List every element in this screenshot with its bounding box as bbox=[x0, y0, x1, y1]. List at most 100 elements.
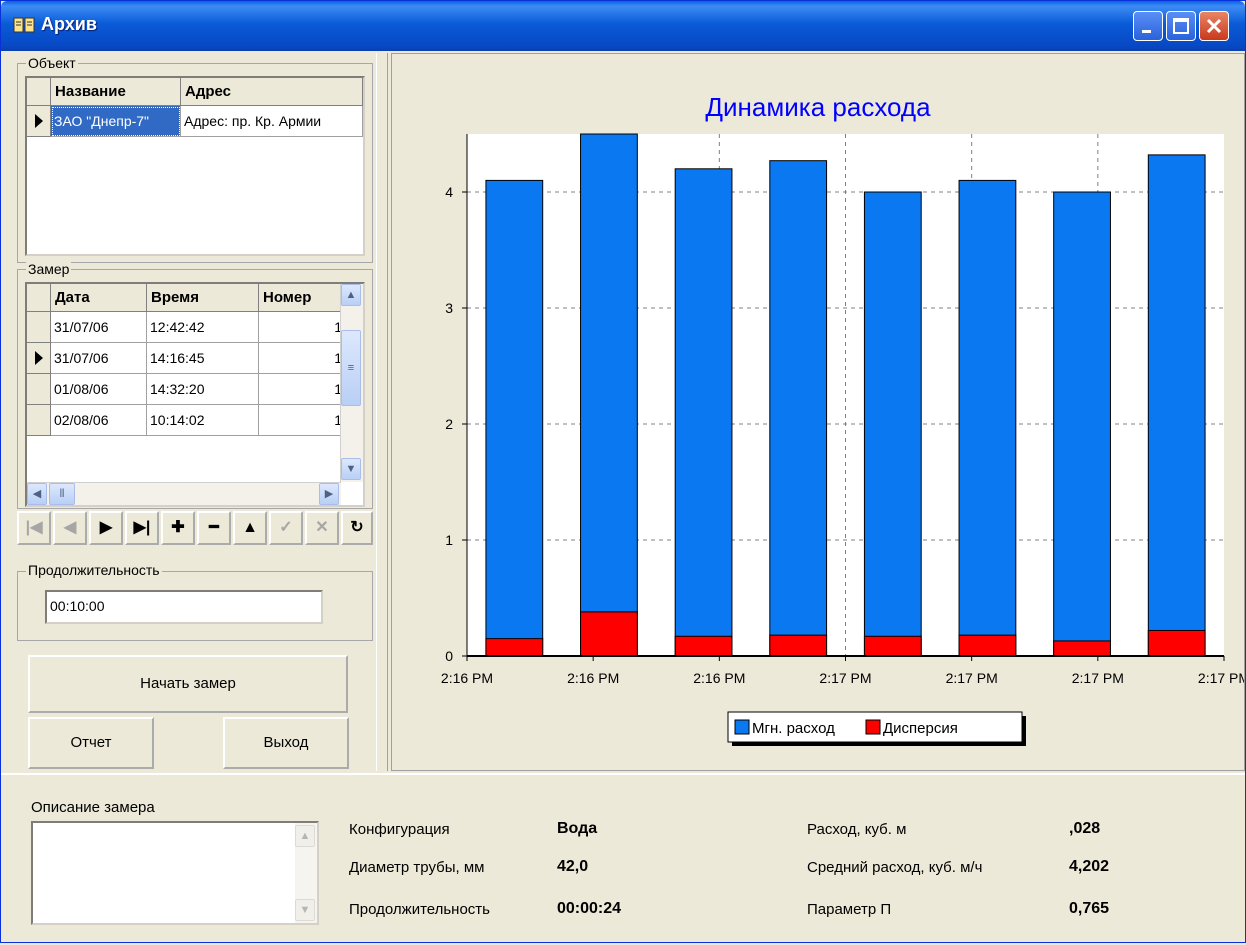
panel-splitter[interactable] bbox=[376, 53, 388, 771]
zamer-grid[interactable]: Дата Время Номер 31/07/06 12:42:42 1 31/… bbox=[25, 282, 365, 507]
close-button[interactable] bbox=[1199, 11, 1229, 41]
nav-last-button[interactable]: ▶| bbox=[125, 511, 159, 545]
time-cell[interactable]: 14:16:45 bbox=[147, 343, 259, 374]
col-header-address[interactable]: Адрес bbox=[181, 78, 363, 106]
duration-value: 00:00:24 bbox=[557, 900, 622, 917]
flow-chart: Динамика расхода 0 1 2 3 4 2:16 PM 2:16 PM 2:16… bbox=[441, 92, 1246, 746]
grip-icon: ⦀ bbox=[59, 488, 65, 500]
date-cell[interactable]: 01/08/06 bbox=[51, 374, 147, 405]
nav-prior-button[interactable]: ◀ bbox=[53, 511, 87, 545]
hscroll-thumb[interactable]: ⦀ bbox=[49, 483, 75, 505]
object-address-cell[interactable]: Адрес: пр. Кр. Армии bbox=[181, 106, 363, 137]
report-button[interactable]: Отчет bbox=[28, 717, 154, 769]
grip-icon: ≡ bbox=[347, 362, 355, 374]
maximize-button[interactable] bbox=[1166, 11, 1196, 41]
object-name-cell[interactable]: ЗАО "Днепр-7" bbox=[51, 106, 181, 137]
x-tick-label: 2:16 PM bbox=[693, 670, 745, 686]
dispersion-bar bbox=[958, 634, 1017, 657]
col-header-date[interactable]: Дата bbox=[51, 284, 147, 312]
number-cell[interactable]: 1 bbox=[259, 343, 341, 374]
window-title: Архив bbox=[41, 14, 97, 34]
config-value: Вода bbox=[557, 820, 598, 837]
y-tick-label: 3 bbox=[445, 300, 453, 316]
param-value: 0,765 bbox=[1069, 900, 1110, 917]
scroll-thumb[interactable]: ≡ bbox=[341, 330, 361, 406]
time-cell[interactable]: 14:32:20 bbox=[147, 374, 259, 405]
scroll-down-button[interactable]: ▼ bbox=[341, 458, 361, 480]
maximize-icon bbox=[1173, 18, 1189, 34]
memo-scrollbar[interactable]: ▲ ▼ bbox=[295, 823, 317, 923]
flow-bar bbox=[674, 168, 733, 657]
flow-bar bbox=[485, 179, 544, 657]
title-bar[interactable]: Архив bbox=[1, 1, 1245, 51]
chevron-down-icon: ▼ bbox=[299, 904, 311, 916]
date-cell[interactable]: 02/08/06 bbox=[51, 405, 147, 436]
dispersion-bar bbox=[485, 638, 544, 657]
object-groupbox: Объект Название Адрес ЗАО "Днепр-7" Адре… bbox=[17, 55, 373, 263]
diameter-value: 42,0 bbox=[557, 858, 589, 875]
nav-next-button[interactable]: ▶ bbox=[89, 511, 123, 545]
number-cell[interactable]: 1 bbox=[259, 312, 341, 343]
zamer-group-label: Замер bbox=[26, 261, 72, 277]
col-header-number[interactable]: Номер bbox=[259, 284, 341, 312]
x-tick-label: 2:16 PM bbox=[441, 670, 493, 686]
avg-flow-value: 4,202 bbox=[1069, 858, 1110, 875]
triangle-up-icon: ▲ bbox=[242, 519, 258, 536]
col-header-time[interactable]: Время bbox=[147, 284, 259, 312]
flow-bar bbox=[1053, 191, 1111, 657]
last-record-icon: ▶| bbox=[133, 519, 151, 536]
legend-swatch-dispersion bbox=[865, 719, 881, 735]
nav-delete-button[interactable]: ━ bbox=[197, 511, 231, 545]
refresh-icon: ↻ bbox=[350, 519, 364, 536]
scroll-left-button[interactable]: ◀ bbox=[27, 483, 47, 505]
nav-refresh-button[interactable]: ↻ bbox=[341, 511, 373, 545]
horizontal-scrollbar[interactable]: ◀ ⦀ ▶ bbox=[27, 482, 341, 505]
nav-insert-button[interactable]: ✚ bbox=[161, 511, 195, 545]
description-memo[interactable]: ▲ ▼ bbox=[31, 821, 319, 925]
flow-bar bbox=[958, 179, 1017, 657]
memo-scroll-up-button[interactable]: ▲ bbox=[295, 825, 315, 847]
vertical-scrollbar[interactable]: ▲ ≡ ▼ bbox=[340, 284, 363, 482]
minimize-button[interactable] bbox=[1133, 11, 1163, 41]
number-cell[interactable]: 1 bbox=[259, 405, 341, 436]
object-grid[interactable]: Название Адрес ЗАО "Днепр-7" Адрес: пр. … bbox=[25, 76, 365, 256]
time-cell[interactable]: 10:14:02 bbox=[147, 405, 259, 436]
x-tick-label: 2:17 PM bbox=[1198, 670, 1244, 686]
chevron-left-icon: ◀ bbox=[32, 488, 42, 500]
scroll-right-button[interactable]: ▶ bbox=[319, 483, 339, 505]
left-panel: Объект Название Адрес ЗАО "Днепр-7" Адре… bbox=[17, 53, 373, 771]
nav-first-button[interactable]: |◀ bbox=[17, 511, 51, 545]
nav-post-button[interactable]: ✓ bbox=[269, 511, 303, 545]
start-measure-button[interactable]: Начать замер bbox=[28, 655, 348, 713]
grid-corner bbox=[27, 284, 51, 312]
legend-label-dispersion: Дисперсия bbox=[883, 720, 958, 737]
number-cell[interactable]: 1 bbox=[259, 374, 341, 405]
row-indicator bbox=[27, 106, 51, 137]
checkmark-icon: ✓ bbox=[279, 519, 293, 536]
minimize-icon bbox=[1142, 30, 1151, 33]
date-cell[interactable]: 31/07/06 bbox=[51, 343, 147, 374]
dispersion-bar bbox=[863, 635, 922, 657]
chevron-right-icon: ▶ bbox=[324, 488, 334, 500]
duration-input[interactable]: 00:10:00 bbox=[45, 590, 323, 624]
memo-scroll-down-button[interactable]: ▼ bbox=[295, 899, 315, 921]
col-header-name[interactable]: Название bbox=[51, 78, 181, 106]
nav-cancel-button[interactable]: ✕ bbox=[305, 511, 339, 545]
duration-groupbox: Продолжительность 00:10:00 bbox=[17, 562, 373, 641]
dispersion-bar bbox=[674, 635, 733, 657]
chart-panel: Динамика расхода 0 1 2 3 4 2:16 PM 2:16 PM 2:16… bbox=[391, 53, 1246, 771]
avg-flow-label: Средний расход, куб. м/ч bbox=[807, 859, 983, 876]
nav-edit-button[interactable]: ▲ bbox=[233, 511, 267, 545]
flow-value: ,028 bbox=[1069, 820, 1101, 837]
scroll-up-button[interactable]: ▲ bbox=[341, 284, 361, 306]
time-cell[interactable]: 12:42:42 bbox=[147, 312, 259, 343]
row-indicator bbox=[27, 374, 51, 405]
date-cell[interactable]: 31/07/06 bbox=[51, 312, 147, 343]
row-indicator bbox=[27, 312, 51, 343]
flow-bar bbox=[863, 191, 922, 657]
chart-title: Динамика расхода bbox=[705, 92, 931, 122]
db-navigator: |◀ ◀ ▶ ▶| ✚ ━ ▲ ✓ ✕ ↻ bbox=[17, 511, 373, 547]
flow-bar bbox=[769, 160, 828, 657]
exit-button[interactable]: Выход bbox=[223, 717, 349, 769]
flow-bar bbox=[1147, 154, 1206, 657]
